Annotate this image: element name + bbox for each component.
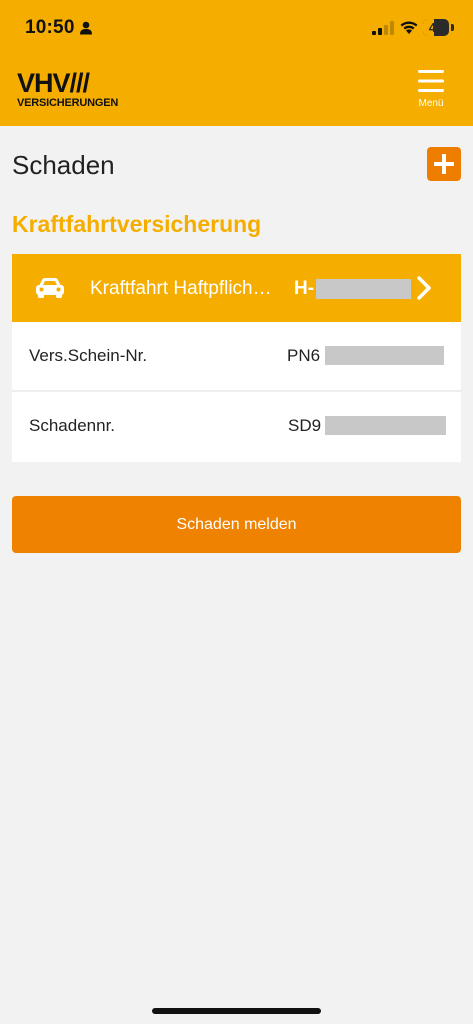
battery-tip — [451, 24, 454, 31]
wifi-icon — [400, 21, 418, 34]
add-claim-button[interactable] — [427, 147, 461, 181]
person-icon — [80, 21, 92, 35]
license-plate-redaction — [316, 279, 411, 299]
menu-button[interactable]: Menü — [414, 70, 448, 112]
battery-percent: 43 — [428, 20, 444, 35]
claim-number-value: SD9 — [288, 416, 322, 435]
license-plate-prefix: H- — [294, 278, 315, 299]
logo-wordmark: VHV/// — [17, 68, 90, 98]
menu-label: Menü — [418, 98, 444, 109]
policy-number-value: PN6 — [287, 346, 321, 365]
car-icon — [36, 278, 64, 298]
contract-name: Kraftfahrt Haftpflich… — [90, 278, 272, 299]
section-title: Kraftfahrtversicherung — [12, 211, 262, 237]
chevron-right-icon — [417, 276, 431, 300]
policy-number-label: Vers.Schein-Nr. — [29, 346, 148, 365]
logo-subtitle: VERSICHERUNGEN — [17, 97, 119, 109]
plus-icon — [434, 154, 454, 174]
claim-number-redaction — [325, 416, 446, 435]
home-indicator[interactable] — [152, 1008, 321, 1014]
app-header: 10:50 43 VHV/// VERSICHERUNGEN Menü — [0, 0, 473, 126]
claim-number-label: Schadennr. — [29, 416, 116, 435]
report-claim-button[interactable]: Schaden melden — [12, 496, 461, 553]
battery-indicator: 43 — [423, 19, 449, 36]
status-time: 10:50 — [25, 17, 75, 38]
contract-card: Kraftfahrt Haftpflich… H- Vers.Schein-Nr… — [12, 254, 461, 462]
contract-header[interactable]: Kraftfahrt Haftpflich… H- — [12, 254, 461, 322]
policy-number-redaction — [325, 346, 444, 365]
page-title: Schaden — [12, 150, 115, 180]
policy-number-row: Vers.Schein-Nr. PN6 — [12, 322, 461, 392]
vhv-logo: VHV/// VERSICHERUNGEN — [17, 68, 127, 111]
status-bar: 10:50 43 — [0, 0, 473, 58]
claim-number-row: Schadennr. SD9 — [12, 392, 461, 462]
cellular-signal-icon — [372, 21, 394, 35]
hamburger-menu-icon — [418, 70, 444, 92]
